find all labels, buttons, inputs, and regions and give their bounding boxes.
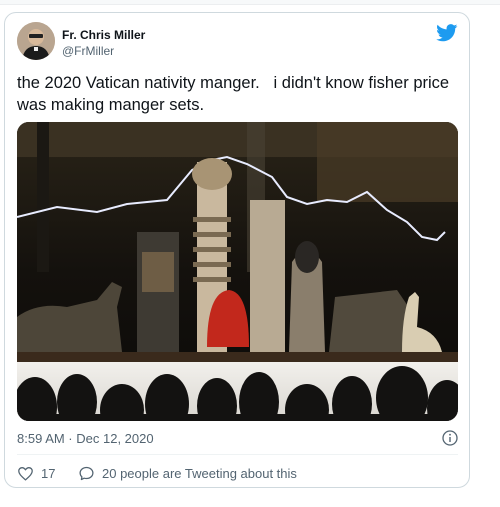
- author-handle[interactable]: @FrMiller: [62, 44, 114, 58]
- twitter-bird-icon[interactable]: [436, 24, 458, 42]
- tweet-photo[interactable]: [17, 122, 458, 421]
- top-divider-strip: [0, 0, 500, 5]
- avatar[interactable]: [17, 22, 55, 60]
- like-button[interactable]: 17: [17, 463, 55, 483]
- tweet-text: the 2020 Vatican nativity manger. i didn…: [17, 74, 454, 114]
- conversation-text: 20 people are Tweeting about this: [102, 465, 297, 481]
- tweet-timestamp[interactable]: 8:59 AM · Dec 12, 2020: [17, 431, 154, 446]
- author-name[interactable]: Fr. Chris Miller: [62, 28, 145, 42]
- speech-bubble-icon: [79, 466, 94, 480]
- tweet-card[interactable]: Fr. Chris Miller @FrMiller the 2020 Vati…: [4, 12, 470, 488]
- conversation-button[interactable]: 20 people are Tweeting about this: [78, 463, 297, 483]
- heart-icon: [18, 466, 33, 481]
- divider: [17, 454, 458, 455]
- info-icon[interactable]: [442, 430, 458, 446]
- like-count: 17: [41, 465, 56, 481]
